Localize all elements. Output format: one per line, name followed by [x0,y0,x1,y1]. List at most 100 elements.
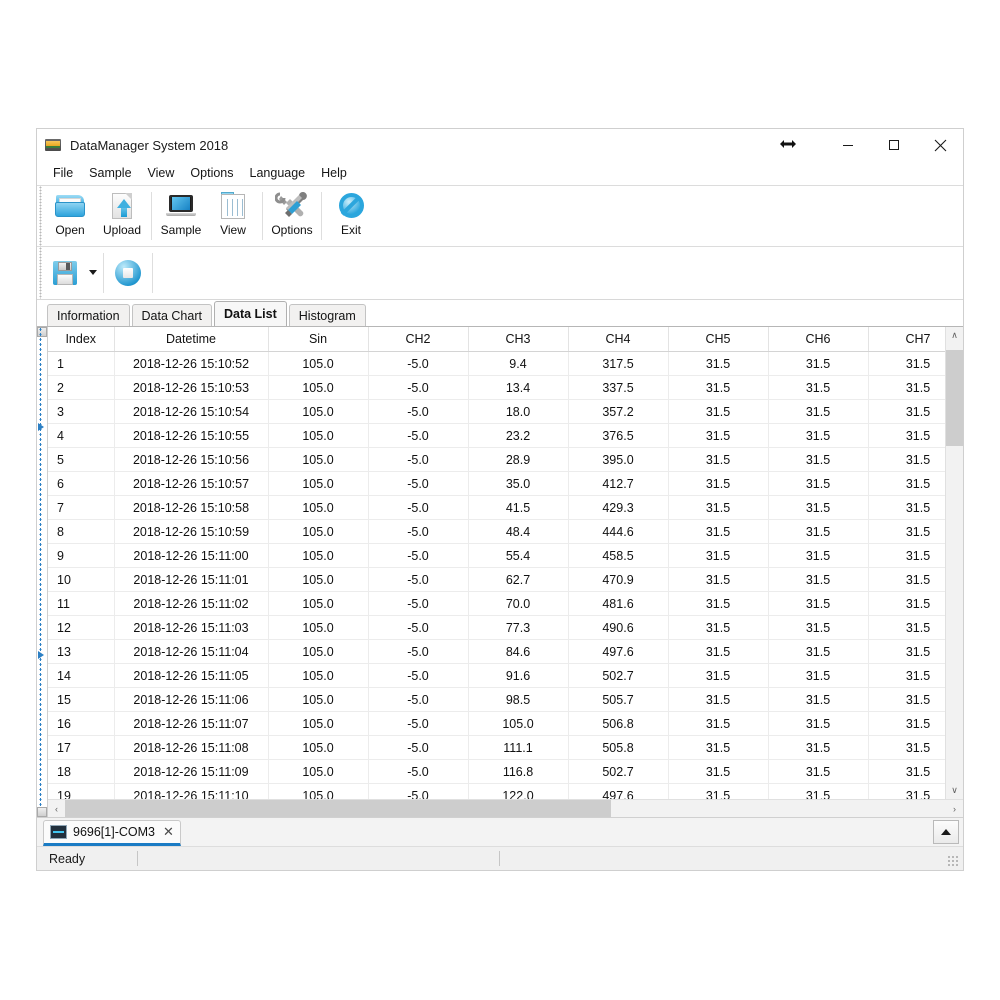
table-row[interactable]: 92018-12-26 15:11:00105.0-5.055.4458.531… [48,544,945,568]
table-cell[interactable]: 105.0 [268,784,368,800]
open-button[interactable]: Open [44,186,96,246]
table-cell[interactable]: -5.0 [368,448,468,472]
table-cell[interactable]: 11 [48,592,114,616]
table-cell[interactable]: -5.0 [368,760,468,784]
table-cell[interactable]: 70.0 [468,592,568,616]
maximize-button[interactable] [871,130,917,160]
table-cell[interactable]: 31.5 [768,784,868,800]
table-cell[interactable]: 8 [48,520,114,544]
table-cell[interactable]: 31.5 [868,712,945,736]
table-row[interactable]: 142018-12-26 15:11:05105.0-5.091.6502.73… [48,664,945,688]
table-cell[interactable]: 357.2 [568,400,668,424]
column-header-ch3[interactable]: CH3 [468,327,568,352]
table-cell[interactable]: 28.9 [468,448,568,472]
table-cell[interactable]: 31.5 [868,616,945,640]
table-cell[interactable]: 31.5 [668,376,768,400]
table-cell[interactable]: -5.0 [368,520,468,544]
table-cell[interactable]: 2018-12-26 15:10:55 [114,424,268,448]
table-cell[interactable]: 15 [48,688,114,712]
table-cell[interactable]: 14 [48,664,114,688]
table-cell[interactable]: 429.3 [568,496,668,520]
stop-button[interactable] [107,247,149,299]
table-cell[interactable]: 105.0 [268,568,368,592]
table-cell[interactable]: 470.9 [568,568,668,592]
table-cell[interactable]: 2018-12-26 15:11:06 [114,688,268,712]
column-header-sin[interactable]: Sin [268,327,368,352]
table-cell[interactable]: 497.6 [568,640,668,664]
table-cell[interactable]: 9 [48,544,114,568]
column-header-ch2[interactable]: CH2 [368,327,468,352]
table-cell[interactable]: 31.5 [868,472,945,496]
table-cell[interactable]: 31.5 [868,640,945,664]
left-dock-rail[interactable] [37,327,48,817]
table-cell[interactable]: 31.5 [668,568,768,592]
tab-data-list[interactable]: Data List [214,301,287,326]
table-cell[interactable]: 31.5 [868,664,945,688]
table-cell[interactable]: 13.4 [468,376,568,400]
table-cell[interactable]: 4 [48,424,114,448]
save-dropdown-button[interactable] [86,247,100,299]
table-cell[interactable]: 1 [48,352,114,376]
table-cell[interactable]: 13 [48,640,114,664]
table-cell[interactable]: 98.5 [468,688,568,712]
minimize-button[interactable] [825,130,871,160]
table-cell[interactable]: -5.0 [368,424,468,448]
table-cell[interactable]: 31.5 [768,400,868,424]
table-cell[interactable]: 31.5 [768,424,868,448]
menu-item-help[interactable]: Help [313,164,355,182]
table-cell[interactable]: 2018-12-26 15:10:53 [114,376,268,400]
table-cell[interactable]: -5.0 [368,712,468,736]
close-button[interactable] [917,130,963,160]
table-cell[interactable]: 31.5 [668,712,768,736]
table-cell[interactable]: 506.8 [568,712,668,736]
window-resize-grip[interactable] [947,855,960,868]
table-cell[interactable]: 497.6 [568,784,668,800]
table-cell[interactable]: 2018-12-26 15:10:52 [114,352,268,376]
table-cell[interactable]: 41.5 [468,496,568,520]
table-cell[interactable]: 412.7 [568,472,668,496]
column-header-datetime[interactable]: Datetime [114,327,268,352]
table-cell[interactable]: -5.0 [368,664,468,688]
table-cell[interactable]: -5.0 [368,400,468,424]
table-cell[interactable]: 2018-12-26 15:11:03 [114,616,268,640]
table-cell[interactable]: -5.0 [368,352,468,376]
scroll-left-button[interactable]: ‹ [48,800,65,817]
table-cell[interactable]: 3 [48,400,114,424]
table-cell[interactable]: 31.5 [668,760,768,784]
column-header-ch4[interactable]: CH4 [568,327,668,352]
save-button[interactable] [44,247,86,299]
table-cell[interactable]: 31.5 [768,616,868,640]
table-cell[interactable]: 2018-12-26 15:10:54 [114,400,268,424]
table-cell[interactable]: 9.4 [468,352,568,376]
table-cell[interactable]: 31.5 [868,760,945,784]
table-cell[interactable]: -5.0 [368,616,468,640]
table-row[interactable]: 172018-12-26 15:11:08105.0-5.0111.1505.8… [48,736,945,760]
table-cell[interactable]: 31.5 [768,664,868,688]
table-cell[interactable]: -5.0 [368,640,468,664]
horizontal-scroll-thumb[interactable] [65,800,611,817]
table-cell[interactable]: -5.0 [368,592,468,616]
table-cell[interactable]: 18 [48,760,114,784]
table-row[interactable]: 82018-12-26 15:10:59105.0-5.048.4444.631… [48,520,945,544]
table-row[interactable]: 22018-12-26 15:10:53105.0-5.013.4337.531… [48,376,945,400]
table-cell[interactable]: 17 [48,736,114,760]
table-cell[interactable]: 122.0 [468,784,568,800]
table-cell[interactable]: 105.0 [268,520,368,544]
table-cell[interactable]: 19 [48,784,114,800]
table-cell[interactable]: 31.5 [768,496,868,520]
table-cell[interactable]: 48.4 [468,520,568,544]
table-cell[interactable]: -5.0 [368,784,468,800]
table-cell[interactable]: -5.0 [368,472,468,496]
table-cell[interactable]: 502.7 [568,760,668,784]
table-cell[interactable]: 505.8 [568,736,668,760]
column-header-ch7[interactable]: CH7 [868,327,945,352]
table-cell[interactable]: 62.7 [468,568,568,592]
toolbar-drag-grip[interactable] [37,186,44,246]
table-cell[interactable]: 2018-12-26 15:10:57 [114,472,268,496]
table-cell[interactable]: 31.5 [668,688,768,712]
table-cell[interactable]: 31.5 [868,544,945,568]
table-cell[interactable]: 2018-12-26 15:11:07 [114,712,268,736]
table-cell[interactable]: 31.5 [868,424,945,448]
sample-button[interactable]: Sample [155,186,207,246]
table-cell[interactable]: 31.5 [868,496,945,520]
